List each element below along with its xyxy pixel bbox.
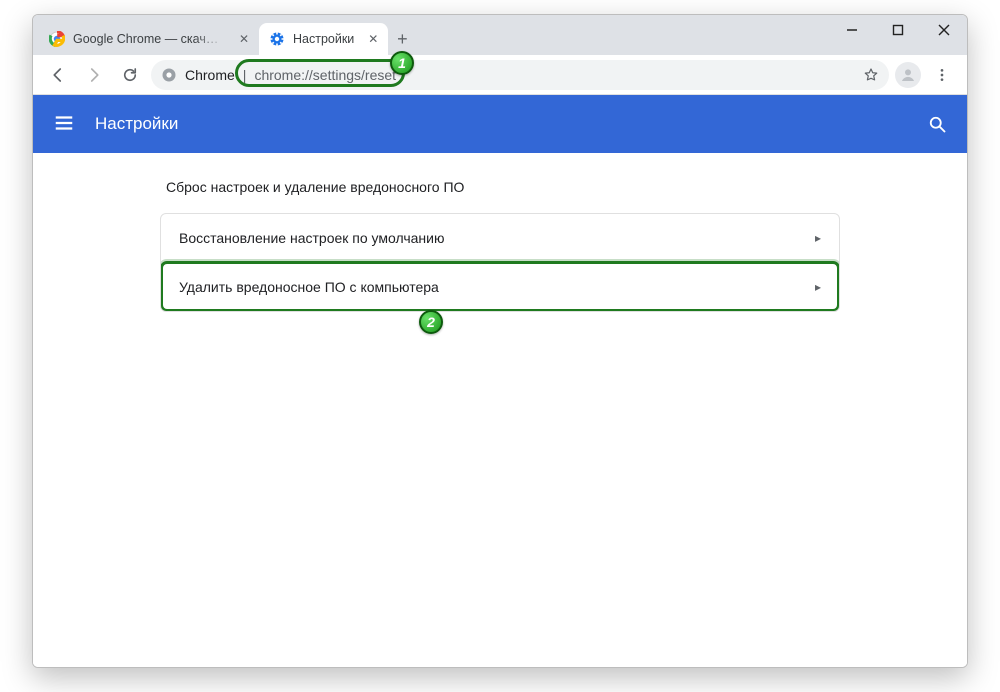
window-close-button[interactable] <box>921 15 967 45</box>
section-title: Сброс настроек и удаление вредоносного П… <box>166 179 840 195</box>
window-maximize-button[interactable] <box>875 15 921 45</box>
settings-title: Настройки <box>95 114 178 134</box>
omnibox[interactable]: Chrome | chrome://settings/reset <box>151 60 889 90</box>
gear-favicon <box>269 31 285 47</box>
new-tab-button[interactable]: + <box>388 25 416 53</box>
hamburger-menu-icon[interactable] <box>53 112 77 136</box>
chevron-right-icon: ▸ <box>815 231 821 245</box>
tab-close-icon[interactable]: ✕ <box>368 32 378 46</box>
window-minimize-button[interactable] <box>829 15 875 45</box>
tab-label: Google Chrome — скачать бесп <box>73 32 225 46</box>
omnibox-url: chrome://settings/reset <box>254 67 396 83</box>
profile-avatar[interactable] <box>895 62 921 88</box>
omnibox-host: Chrome <box>185 67 235 83</box>
browser-window: Google Chrome — скачать бесп ✕ Настройки… <box>32 14 968 668</box>
settings-appbar: Настройки <box>33 95 967 153</box>
tab-close-icon[interactable]: ✕ <box>239 32 249 46</box>
browser-toolbar: Chrome | chrome://settings/reset <box>33 55 967 95</box>
settings-page: Сброс настроек и удаление вредоносного П… <box>33 153 967 667</box>
omnibox-sep: | <box>243 67 247 83</box>
nav-reload-button[interactable] <box>115 60 145 90</box>
tab-settings[interactable]: Настройки ✕ <box>259 23 388 55</box>
browser-menu-button[interactable] <box>927 60 957 90</box>
bookmark-star-icon[interactable] <box>863 67 879 83</box>
nav-forward-button[interactable] <box>79 60 109 90</box>
tab-strip: Google Chrome — скачать бесп ✕ Настройки… <box>33 15 416 55</box>
titlebar: Google Chrome — скачать бесп ✕ Настройки… <box>33 15 967 55</box>
row-label: Восстановление настроек по умолчанию <box>179 230 444 246</box>
settings-card: Восстановление настроек по умолчанию ▸ У… <box>160 213 840 312</box>
row-remove-malware[interactable]: Удалить вредоносное ПО с компьютера ▸ <box>161 262 839 311</box>
search-icon[interactable] <box>927 114 947 134</box>
tab-google-chrome-download[interactable]: Google Chrome — скачать бесп ✕ <box>39 23 259 55</box>
row-reset-defaults[interactable]: Восстановление настроек по умолчанию ▸ <box>161 214 839 262</box>
row-label: Удалить вредоносное ПО с компьютера <box>179 279 439 295</box>
chrome-favicon <box>49 31 65 47</box>
chevron-right-icon: ▸ <box>815 280 821 294</box>
page-content: Настройки Сброс настроек и удаление вред… <box>33 95 967 667</box>
tab-label: Настройки <box>293 32 354 46</box>
chrome-page-icon <box>161 67 177 83</box>
window-controls <box>829 15 967 45</box>
nav-back-button[interactable] <box>43 60 73 90</box>
